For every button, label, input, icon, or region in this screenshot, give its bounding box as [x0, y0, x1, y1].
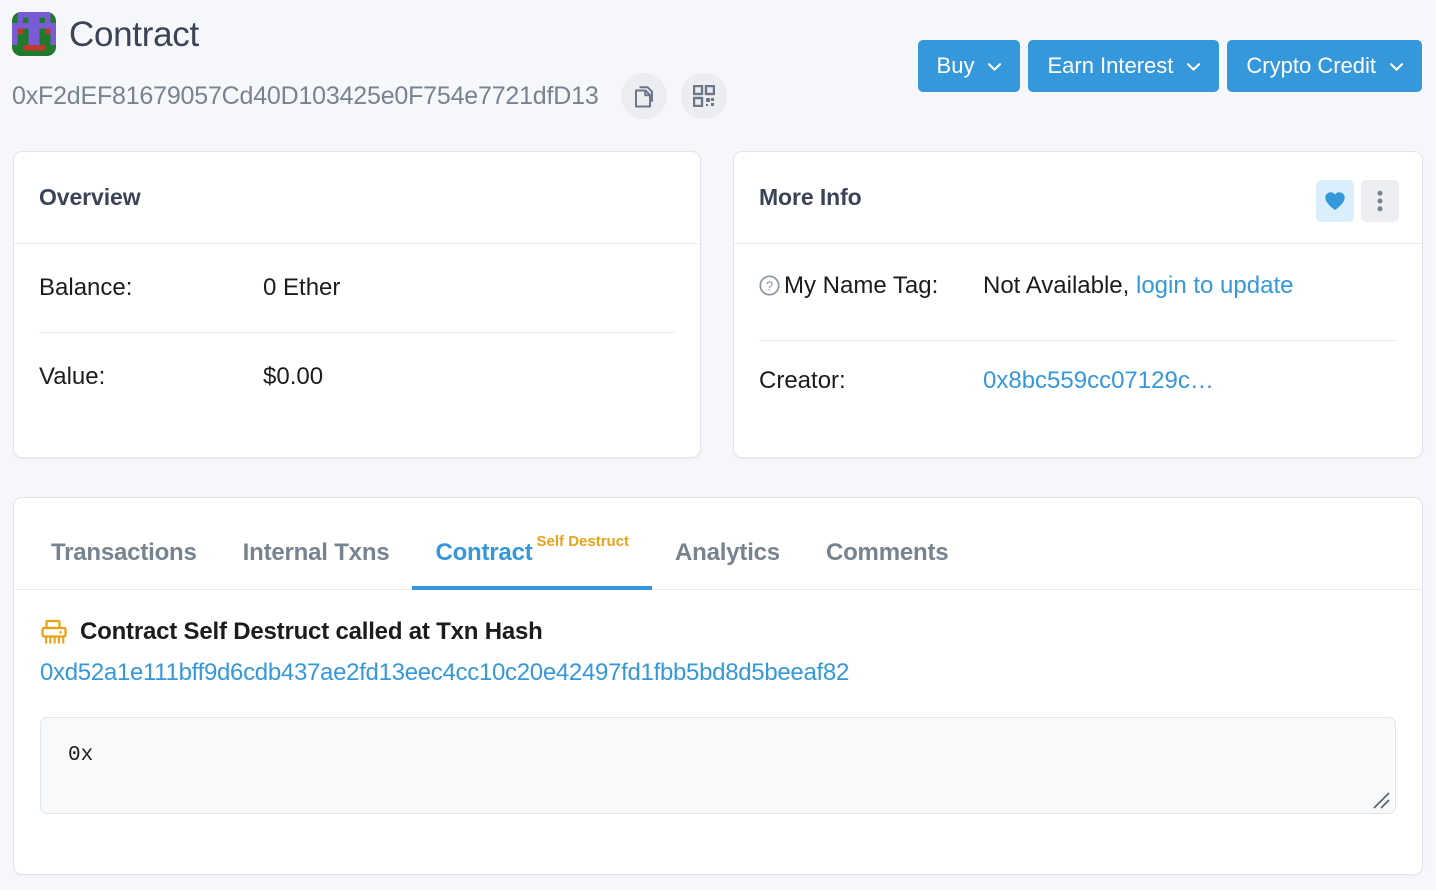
self-destruct-txn-hash-link[interactable]: 0xd52a1e111bff9d6cdb437ae2fd13eec4cc10c2… — [40, 659, 1396, 687]
contract-address: 0xF2dEF81679057Cd40D103425e0F754e7721dfD… — [12, 81, 599, 110]
earn-interest-button-label: Earn Interest — [1047, 53, 1174, 78]
name-tag-value: Not Available, login to update — [983, 270, 1293, 303]
value-value: $0.00 — [263, 363, 324, 390]
tab-content: Contract Self Destruct called at Txn Has… — [14, 590, 1422, 814]
crypto-credit-button[interactable]: Crypto Credit — [1227, 40, 1422, 92]
header-action-buttons: Buy Earn Interest Crypto Credit — [917, 40, 1422, 92]
more-info-actions — [1316, 180, 1399, 222]
tab-internal-txns-label: Internal Txns — [242, 539, 390, 566]
identicon-avatar — [12, 12, 56, 56]
name-tag-status: Not Available, — [983, 272, 1130, 299]
crypto-credit-button-label: Crypto Credit — [1246, 53, 1376, 78]
tab-transactions-label: Transactions — [51, 539, 197, 566]
balance-row: Balance: 0 Ether — [39, 244, 675, 332]
contract-bytecode-textarea[interactable] — [40, 717, 1396, 814]
overview-card: Overview Balance: 0 Ether Value: $0.00 — [13, 151, 701, 458]
page-header: Contract 0xF2dEF81679057Cd40D103425e0F75… — [0, 0, 1436, 140]
overview-card-body: Balance: 0 Ether Value: $0.00 — [14, 244, 700, 420]
contract-explorer-page: Contract 0xF2dEF81679057Cd40D103425e0F75… — [0, 0, 1436, 890]
buy-button[interactable]: Buy — [917, 40, 1021, 92]
kebab-menu-icon — [1377, 190, 1383, 212]
copy-address-button[interactable] — [620, 73, 667, 119]
more-info-card-header: More Info — [734, 152, 1422, 244]
buy-button-label: Buy — [936, 53, 975, 78]
name-tag-label: ? My Name Tag: — [759, 270, 983, 303]
tab-panel-card: Transactions Internal Txns Contract Self… — [13, 497, 1423, 875]
value-label: Value: — [39, 363, 106, 390]
creator-address-link[interactable]: 0x8bc559cc07129c… — [983, 367, 1214, 394]
more-options-button[interactable] — [1361, 180, 1399, 222]
tab-contract[interactable]: Contract Self Destruct — [412, 533, 652, 590]
tab-internal-txns[interactable]: Internal Txns — [220, 539, 413, 589]
self-destruct-heading: Contract Self Destruct called at Txn Has… — [80, 618, 543, 645]
creator-label: Creator: — [759, 367, 846, 394]
svg-text:?: ? — [766, 278, 773, 293]
overview-title: Overview — [39, 184, 141, 210]
heart-icon — [1325, 192, 1345, 210]
page-title: Contract — [69, 14, 199, 54]
balance-label: Balance: — [39, 274, 133, 301]
chevron-down-icon — [988, 63, 1002, 71]
copy-icon — [634, 86, 653, 108]
value-row: Value: $0.00 — [39, 332, 675, 420]
qr-code-button[interactable] — [680, 73, 727, 119]
creator-row: Creator: 0x8bc559cc07129c… — [759, 340, 1397, 420]
self-destruct-heading-row: Contract Self Destruct called at Txn Has… — [40, 618, 1396, 646]
more-info-card: More Info ? My Name Tag: Not Available, … — [733, 151, 1423, 458]
name-tag-label-text: My Name Tag: — [784, 272, 939, 299]
tab-contract-label: Contract — [435, 539, 533, 566]
tab-analytics[interactable]: Analytics — [652, 539, 803, 589]
tab-transactions[interactable]: Transactions — [28, 539, 220, 589]
balance-value: 0 Ether — [263, 274, 341, 301]
tab-analytics-label: Analytics — [675, 539, 780, 566]
tab-bar: Transactions Internal Txns Contract Self… — [14, 498, 1422, 590]
tab-comments[interactable]: Comments — [803, 539, 971, 589]
favorite-button[interactable] — [1316, 180, 1354, 222]
chevron-down-icon — [1390, 63, 1403, 71]
question-circle-icon[interactable]: ? — [759, 275, 780, 296]
qr-code-icon — [692, 85, 715, 107]
address-row: 0xF2dEF81679057Cd40D103425e0F754e7721dfD… — [12, 73, 727, 119]
earn-interest-button[interactable]: Earn Interest — [1028, 40, 1220, 92]
more-info-title: More Info — [759, 184, 862, 210]
shredder-icon — [40, 618, 68, 646]
chevron-down-icon — [1187, 63, 1201, 71]
tab-contract-badge: Self Destruct — [536, 533, 630, 550]
overview-card-header: Overview — [14, 152, 700, 244]
login-to-update-link[interactable]: login to update — [1136, 272, 1293, 299]
more-info-card-body: ? My Name Tag: Not Available, login to u… — [734, 244, 1422, 420]
tab-comments-label: Comments — [825, 539, 949, 566]
title-row: Contract — [12, 12, 199, 56]
name-tag-row: ? My Name Tag: Not Available, login to u… — [759, 244, 1397, 340]
